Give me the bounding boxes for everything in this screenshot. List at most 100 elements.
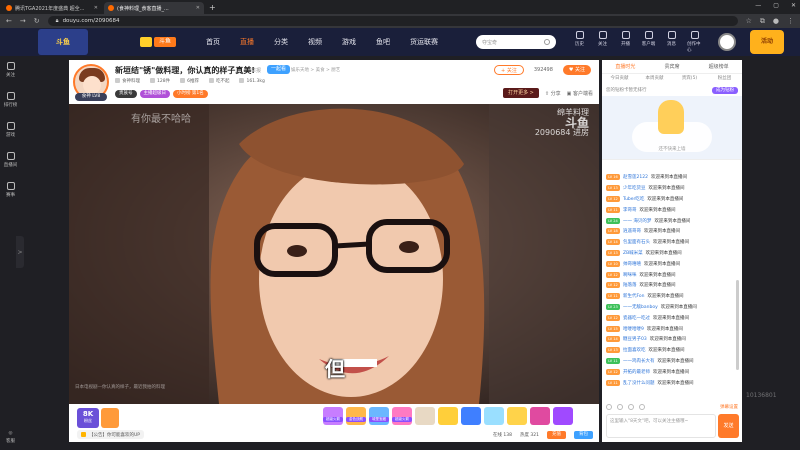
chat-username[interactable]: 逍遥哥哥 — [623, 228, 641, 234]
watch-together-button[interactable]: 一起看 — [267, 65, 291, 74]
chat-username[interactable]: 啊咪咪 — [623, 272, 637, 278]
header-follow[interactable]: 关注 — [595, 31, 610, 53]
at-icon[interactable] — [639, 404, 645, 410]
send-button[interactable]: 发送 — [718, 414, 739, 438]
gift-item[interactable] — [530, 407, 550, 425]
user-avatar[interactable] — [718, 33, 736, 51]
chat-username[interactable]: ZB喊米菜 — [623, 250, 643, 256]
tab-super-rank[interactable]: 超级榜单 — [695, 60, 742, 73]
meta-anchor[interactable]: 食神料理 — [115, 78, 140, 84]
header-history[interactable]: 历史 — [572, 31, 587, 53]
sidebar-item-rank[interactable]: 排行榜 — [4, 92, 17, 108]
backpack-button[interactable]: 背包 — [574, 430, 593, 439]
room-notice[interactable]: 【公告】你可能喜欢的UP — [77, 430, 145, 439]
sidebar-item-follow[interactable]: 关注 — [6, 62, 15, 78]
chat-username[interactable]: 乱了没什么问题 — [623, 380, 655, 386]
nav-item-category[interactable]: 分类 — [264, 28, 298, 56]
search-icon[interactable] — [544, 39, 550, 45]
header-message[interactable]: 消息 — [664, 31, 679, 53]
gift-item[interactable] — [392, 407, 412, 425]
forward-icon[interactable]: → — [20, 17, 26, 25]
chat-username[interactable]: 一一鸡肉长大有 — [623, 358, 655, 364]
chat-input[interactable]: 这里输入"8天文"吧，可以关注主播哦~ — [606, 414, 716, 438]
recharge-button[interactable]: 充值 — [547, 430, 566, 439]
tab-fans[interactable]: 粉丝团 — [707, 74, 742, 84]
search-input[interactable]: 夺宝奇 — [476, 35, 556, 49]
promo-banner[interactable]: 活动 — [750, 30, 784, 54]
reload-icon[interactable]: ↻ — [34, 17, 40, 25]
gift-item[interactable] — [507, 407, 527, 425]
chat-username[interactable]: 糖豆男子03 — [623, 336, 647, 342]
report-link[interactable]: 举报 — [251, 67, 261, 74]
gift-item[interactable] — [461, 407, 481, 425]
follow-button[interactable]: ♥ 关注 — [562, 65, 591, 75]
chat-username[interactable]: 包里面有石头 — [623, 239, 650, 245]
minimize-button[interactable]: — — [755, 2, 761, 9]
menu-icon[interactable]: ⋮ — [787, 17, 794, 26]
tab-guests[interactable]: 贵宾(5) — [672, 74, 707, 84]
close-window-button[interactable]: ✕ — [791, 2, 796, 9]
star-icon[interactable]: ☆ — [746, 17, 752, 26]
tab-week[interactable]: 本周贡献 — [637, 74, 672, 84]
new-tab-button[interactable]: + — [209, 2, 216, 14]
chat-username[interactable]: 赵雪莲2122 — [623, 174, 648, 180]
chat-username[interactable]: 一一无敌banboy — [623, 304, 658, 310]
sidebar-item-room[interactable]: 直播间 — [4, 152, 17, 168]
nav-item-game[interactable]: 游戏 — [332, 28, 366, 56]
gift-item[interactable] — [369, 407, 389, 425]
browser-tab-1[interactable]: 腾讯TGA2021年度盛典 超全... ✕ — [2, 2, 102, 14]
extension-icon[interactable]: ⧉ — [760, 17, 765, 26]
tab-live-time[interactable]: 直播时光 — [602, 60, 649, 73]
tab-close-icon[interactable]: ✕ — [94, 5, 98, 11]
subscribe-button[interactable]: + 关注 — [494, 65, 524, 75]
header-client[interactable]: 客户端 — [641, 31, 656, 53]
sidebar-item-game[interactable]: 游戏 — [6, 122, 15, 138]
nav-item-league[interactable]: 货运联赛 — [400, 28, 448, 56]
gift-item[interactable] — [553, 407, 573, 425]
header-creator[interactable]: 创作中心 — [687, 31, 702, 53]
chat-list[interactable]: LV 16 赵雪莲2122 欢迎来到本直播间 LV 13 少年吃货豆 欢迎来到本直播间 LV… — [602, 172, 742, 402]
share-button[interactable]: ⇪ 分享 — [545, 90, 561, 97]
emoji-icon[interactable] — [606, 404, 612, 410]
chat-username[interactable]: 拉面喜欢吃 — [623, 347, 646, 353]
video-player[interactable]: 有你最不哈哈 绵羊料理 斗鱼 2090684 进房 但 日本电视剧—你认真的样子… — [69, 104, 599, 404]
chat-username[interactable]: 陆落落 — [623, 282, 637, 288]
chat-username[interactable]: Tuber吃吃 — [623, 196, 644, 202]
chat-username[interactable]: 一一 海贝的梦 — [623, 218, 651, 224]
client-watch-button[interactable]: ▣ 客户端看 — [567, 90, 593, 97]
noble-badge[interactable]: 贵族号 — [115, 90, 137, 98]
sidebar-service[interactable]: ◎ 客服 — [0, 431, 21, 444]
tab-vip[interactable]: 贵宾席 — [649, 60, 696, 73]
color-icon[interactable] — [617, 404, 623, 410]
nav-item-video[interactable]: 视频 — [298, 28, 332, 56]
chat-username[interactable]: 瓷器吃一吃过 — [623, 315, 650, 321]
chat-username[interactable]: 帅哥嘻嘻 — [623, 261, 641, 267]
browser-tab-2[interactable]: (食神料理_食客直播_... ✕ — [104, 2, 204, 14]
chat-username[interactable]: 新生代Fon — [623, 293, 645, 299]
gift-item[interactable] — [415, 407, 435, 425]
chat-username[interactable]: 少年吃货豆 — [623, 185, 646, 191]
tab-today[interactable]: 今日贡献 — [602, 74, 637, 84]
nav-item-live[interactable]: 直播 — [230, 28, 264, 56]
header-live[interactable]: 开播 — [618, 31, 633, 53]
fans-club-button[interactable]: 8K 粉丝 — [77, 408, 99, 428]
breadcrumb[interactable]: 娱乐天地 > 美食 > 厨艺 — [291, 67, 340, 73]
super-day-badge[interactable]: 主播超级日 — [139, 90, 170, 98]
danmu-settings-button[interactable]: 弹幕设置 — [720, 404, 738, 410]
sidebar-item-match[interactable]: 赛事 — [6, 182, 15, 198]
gift-banner[interactable]: 打开更多 > — [503, 88, 539, 98]
gift-item[interactable] — [323, 407, 343, 425]
hour-rank-badge[interactable]: 小时榜 第1名 — [173, 90, 208, 98]
maximize-button[interactable]: ▢ — [773, 2, 779, 9]
gift-bag-icon[interactable] — [101, 408, 119, 428]
chat-username[interactable]: 李哥哥 — [623, 207, 637, 213]
gift-item[interactable] — [346, 407, 366, 425]
sidebar-toggle-button[interactable]: > — [16, 236, 24, 268]
profile-icon[interactable]: ● — [773, 17, 779, 26]
become-fan-button[interactable]: 成为钻粉 — [712, 86, 738, 94]
url-field[interactable]: 🔒︎ douyu.com/2090684 — [47, 16, 738, 26]
gift-item[interactable] — [484, 407, 504, 425]
gift-item[interactable] — [438, 407, 458, 425]
chat-username[interactable]: 哈喽哈喽9 — [623, 326, 644, 332]
nav-item-home[interactable]: 首页 — [196, 28, 230, 56]
